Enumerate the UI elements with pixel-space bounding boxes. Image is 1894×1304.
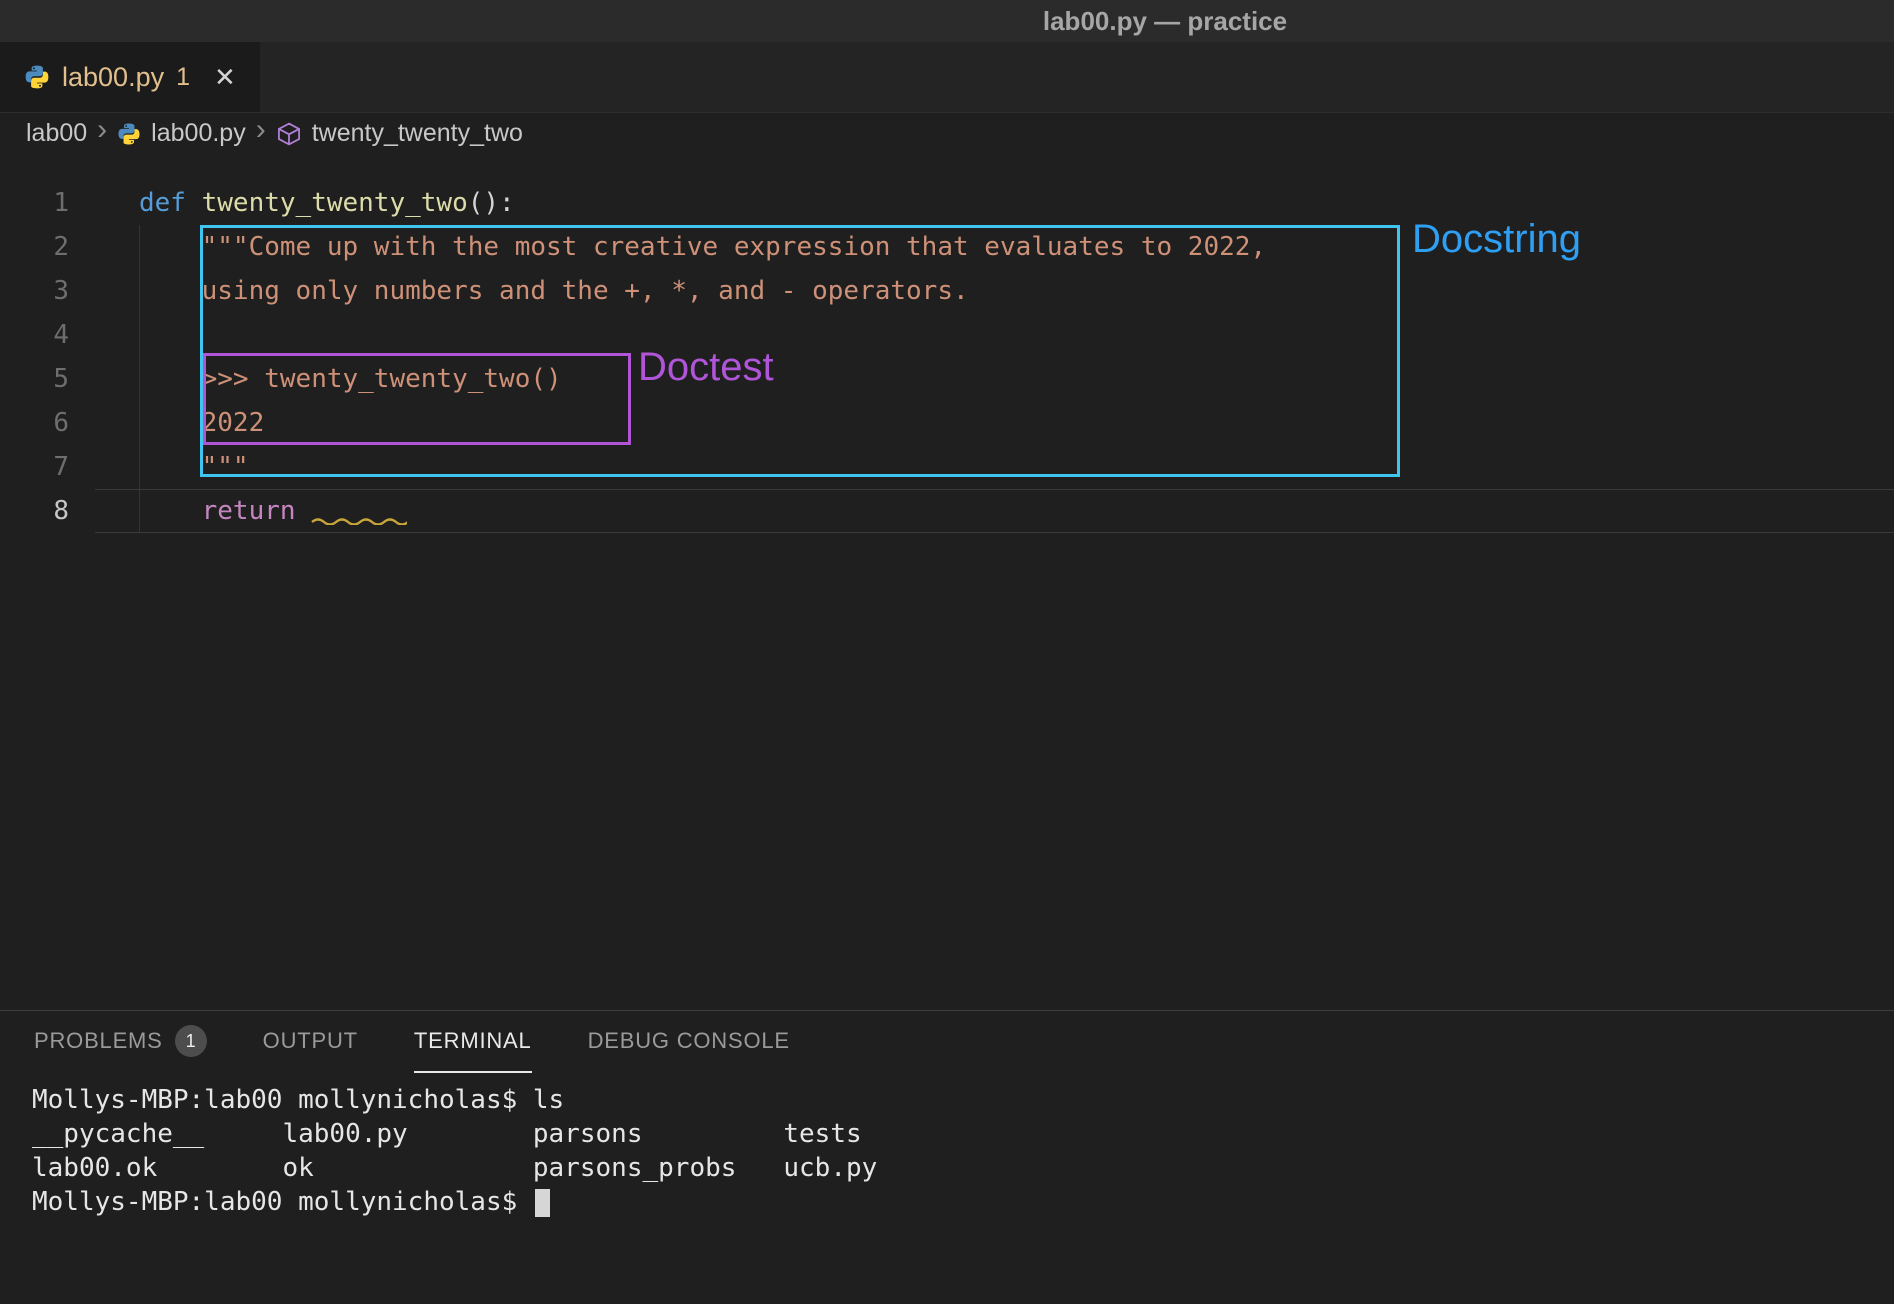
panel-tab-debug-console[interactable]: DEBUG CONSOLE: [588, 1011, 790, 1073]
panel-tab-label: PROBLEMS: [34, 1028, 163, 1054]
code-text: return: [95, 489, 407, 533]
tab-label: lab00.py: [62, 62, 164, 93]
line-number: 2: [0, 225, 95, 269]
code-line-6[interactable]: 6 2022: [0, 401, 1894, 445]
chevron-right-icon: ›: [256, 113, 266, 147]
line-number: 6: [0, 401, 95, 445]
breadcrumb-file[interactable]: lab00.py: [151, 119, 246, 148]
code-editor[interactable]: 1def twenty_twenty_two():2 """Come up wi…: [0, 153, 1894, 1010]
code-line-3[interactable]: 3 using only numbers and the +, *, and -…: [0, 269, 1894, 313]
panel-tab-problems[interactable]: PROBLEMS 1: [34, 1011, 207, 1073]
tab-lab00-py[interactable]: lab00.py 1 ✕: [0, 42, 260, 112]
symbol-namespace-icon: [276, 120, 302, 146]
line-number: 7: [0, 445, 95, 489]
code-text: def twenty_twenty_two():: [95, 181, 515, 225]
panel-tab-label: OUTPUT: [263, 1028, 358, 1054]
code-text: 2022: [95, 401, 264, 445]
tab-close-icon[interactable]: ✕: [214, 62, 236, 93]
line-number: 8: [0, 489, 95, 533]
python-icon: [117, 121, 141, 145]
tab-modified-badge: 1: [176, 63, 190, 92]
window-title: lab00.py — practice: [1043, 6, 1287, 37]
breadcrumb-folder[interactable]: lab00: [26, 119, 87, 148]
titlebar: lab00.py — practice: [0, 0, 1894, 42]
breadcrumb-symbol[interactable]: twenty_twenty_two: [312, 119, 523, 148]
tab-bar: lab00.py 1 ✕: [0, 42, 1894, 113]
code-line-5[interactable]: 5 >>> twenty_twenty_two(): [0, 357, 1894, 401]
terminal-line: Mollys-MBP:lab00 mollynicholas$: [32, 1185, 1894, 1219]
terminal-line: Mollys-MBP:lab00 mollynicholas$ ls: [32, 1083, 1894, 1117]
line-number: 5: [0, 357, 95, 401]
code-lines: 1def twenty_twenty_two():2 """Come up wi…: [0, 181, 1894, 533]
vscode-window: lab00.py — practice lab00.py 1 ✕ lab00 ›…: [0, 0, 1894, 1304]
code-line-2[interactable]: 2 """Come up with the most creative expr…: [0, 225, 1894, 269]
bottom-panel: PROBLEMS 1 OUTPUT TERMINAL DEBUG CONSOLE Mol…: [0, 1010, 1894, 1304]
python-icon: [24, 64, 50, 90]
code-line-7[interactable]: 7 """: [0, 445, 1894, 489]
panel-tab-label: DEBUG CONSOLE: [588, 1028, 790, 1054]
terminal-cursor: [535, 1189, 550, 1217]
terminal-line: __pycache__ lab00.py parsons tests: [32, 1117, 1894, 1151]
code-text: using only numbers and the +, *, and - o…: [95, 269, 969, 313]
problems-count-badge: 1: [175, 1025, 207, 1057]
code-line-4[interactable]: 4: [0, 313, 1894, 357]
panel-tab-bar: PROBLEMS 1 OUTPUT TERMINAL DEBUG CONSOLE: [0, 1011, 1894, 1073]
code-line-8[interactable]: 8 return: [0, 489, 1894, 533]
line-number: 1: [0, 181, 95, 225]
code-line-1[interactable]: 1def twenty_twenty_two():: [0, 181, 1894, 225]
line-number: 3: [0, 269, 95, 313]
panel-tab-label: TERMINAL: [414, 1028, 532, 1054]
code-text: """Come up with the most creative expres…: [95, 225, 1266, 269]
chevron-right-icon: ›: [97, 113, 107, 147]
missing-expression-squiggle: [311, 515, 407, 525]
code-text: >>> twenty_twenty_two(): [95, 357, 562, 401]
panel-tab-terminal[interactable]: TERMINAL: [414, 1011, 532, 1073]
code-text: [95, 313, 139, 357]
breadcrumb: lab00 › lab00.py › twenty_twenty_two: [0, 113, 1894, 153]
terminal-line: lab00.ok ok parsons_probs ucb.py: [32, 1151, 1894, 1185]
terminal-output[interactable]: Mollys-MBP:lab00 mollynicholas$ ls__pyca…: [0, 1073, 1894, 1219]
code-text: """: [95, 445, 249, 489]
line-number: 4: [0, 313, 95, 357]
panel-tab-output[interactable]: OUTPUT: [263, 1011, 358, 1073]
